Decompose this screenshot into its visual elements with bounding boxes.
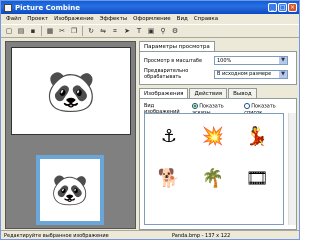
thumb-palm[interactable]: 🌴 — [197, 162, 229, 194]
title-bar: Picture Combine _ □ × — [1, 1, 299, 14]
zoom-icon[interactable]: ⚲ — [158, 26, 168, 36]
thumbnail-grid: ⚓ 💥 💃 🐕 🌴 🎞 — [144, 113, 284, 225]
view-params-panel: Просмотр в масштабе 100% ▼ Предварительно… — [139, 51, 297, 85]
cut-icon[interactable]: ✂ — [57, 26, 67, 36]
minimize-button[interactable]: _ — [268, 3, 277, 12]
copy-icon[interactable]: ❐ — [69, 26, 79, 36]
arrow-icon[interactable]: ➤ — [122, 26, 132, 36]
menu-project[interactable]: Проект — [24, 14, 51, 24]
window-title: Picture Combine — [15, 3, 81, 12]
images-panel: Вид изображений Показать эскизы Показать… — [139, 98, 297, 230]
image-preview-1[interactable]: 🐼 — [11, 47, 131, 135]
menu-help[interactable]: Справка — [191, 14, 221, 24]
status-text: Редактируйте выбранное изображение — [4, 233, 109, 239]
tab-view-params[interactable]: Параметры просмотра — [139, 41, 215, 51]
maximize-button[interactable]: □ — [278, 3, 287, 12]
close-button[interactable]: × — [288, 3, 297, 12]
toolbar: ▢ ▤ ▪ ▦ ✂ ❐ ↻ ⇋ ⌗ ➤ T ▣ ⚲ ⚙ — [1, 24, 299, 38]
text-icon[interactable]: T — [134, 26, 144, 36]
app-window: Picture Combine _ □ × Файл Проект Изобра… — [0, 0, 300, 240]
crop-icon[interactable]: ⌗ — [110, 26, 120, 36]
thumb-anchor[interactable]: ⚓ — [153, 120, 185, 152]
menu-file[interactable]: Файл — [3, 14, 24, 24]
chevron-down-icon: ▼ — [279, 70, 287, 78]
print-icon[interactable]: ▦ — [45, 26, 55, 36]
rotate-icon[interactable]: ↻ — [86, 26, 96, 36]
zoom-label: Просмотр в масштабе — [144, 57, 203, 64]
tab-images[interactable]: Изображения — [139, 88, 189, 98]
right-panel: Параметры просмотра Просмотр в масштабе … — [139, 41, 297, 230]
menu-view[interactable]: Вид — [174, 14, 191, 24]
open-icon[interactable]: ▤ — [16, 26, 26, 36]
menu-effects[interactable]: Эффекты — [97, 14, 131, 24]
chevron-down-icon: ▼ — [279, 57, 287, 64]
menu-image[interactable]: Изображение — [51, 14, 97, 24]
image-icon[interactable]: ▣ — [146, 26, 156, 36]
vertical-scrollbar[interactable] — [288, 113, 296, 225]
menu-bar: Файл Проект Изображение Эффекты Оформлен… — [1, 14, 299, 24]
image-preview-2-selected[interactable]: 🐼 — [36, 155, 104, 225]
thumb-dancer[interactable]: 💃 — [241, 120, 273, 152]
save-icon[interactable]: ▪ — [28, 26, 38, 36]
app-icon — [4, 3, 12, 12]
image-list-panel: 🐼 🐼 — [5, 41, 136, 229]
tab-actions[interactable]: Действия — [189, 88, 228, 98]
preprocess-select[interactable]: В исходном размере ▼ — [214, 69, 288, 79]
thumb-film[interactable]: 🎞 — [241, 162, 273, 194]
zoom-select[interactable]: 100% ▼ — [214, 56, 288, 65]
tab-output[interactable]: Вывод — [228, 88, 257, 98]
menu-design[interactable]: Оформление — [130, 14, 174, 24]
thumb-explosion[interactable]: 💥 — [197, 120, 229, 152]
flip-icon[interactable]: ⇋ — [98, 26, 108, 36]
settings-icon[interactable]: ⚙ — [170, 26, 180, 36]
status-bar: Редактируйте выбранное изображение Panda… — [1, 230, 299, 240]
new-icon[interactable]: ▢ — [4, 26, 14, 36]
thumb-dog[interactable]: 🐕 — [153, 162, 185, 194]
preprocess-label: Предварительно обрабатывать — [144, 68, 189, 80]
